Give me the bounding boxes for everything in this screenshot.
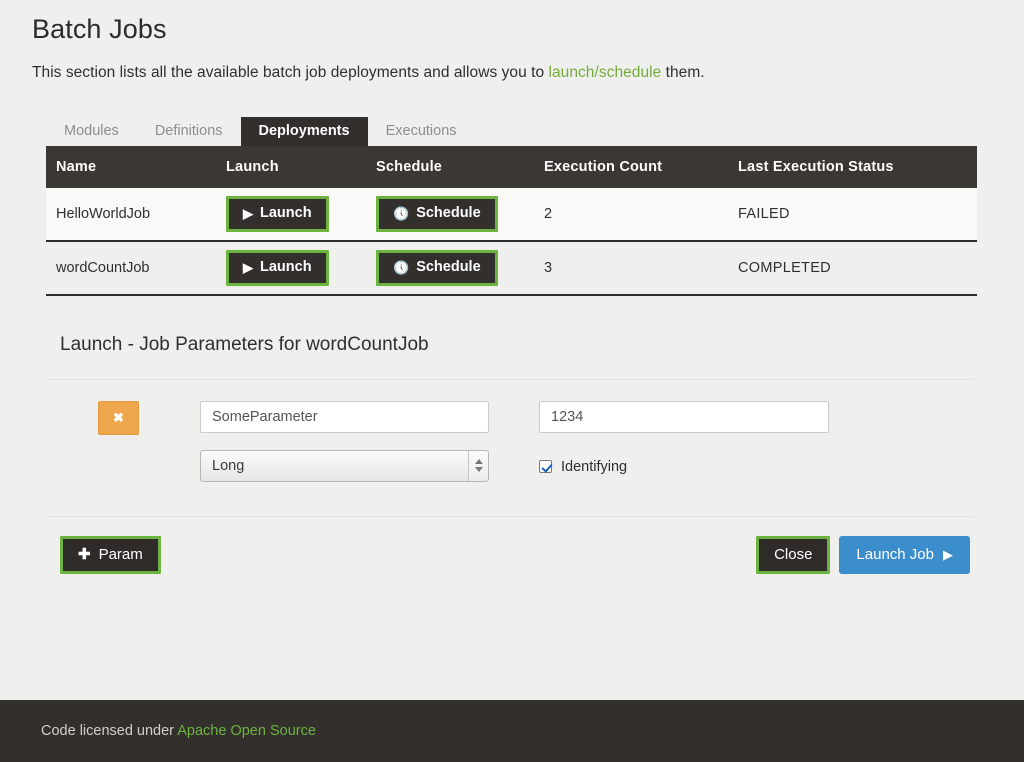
form-actions: ✚ Param Close Launch Job ▶ <box>46 517 974 574</box>
param-type-select[interactable]: Long <box>200 449 489 482</box>
job-parameters-panel: Launch - Job Parameters for wordCountJob… <box>32 334 992 574</box>
tab-definitions[interactable]: Definitions <box>137 117 241 147</box>
execution-count-cell: 3 <box>534 240 728 296</box>
column-header-last-execution-status: Last Execution Status <box>728 146 977 188</box>
play-icon: ▶ <box>243 206 253 222</box>
apache-license-link[interactable]: Apache Open Source <box>177 723 316 739</box>
execution-count-cell: 2 <box>534 188 728 242</box>
page-footer: Code licensed under Apache Open Source <box>0 700 1024 762</box>
play-icon: ▶ <box>243 260 253 276</box>
tab-executions[interactable]: Executions <box>368 117 475 147</box>
schedule-link[interactable]: schedule <box>599 64 661 81</box>
launch-cell: ▶ Launch <box>216 188 366 242</box>
param-type-selected-label: Long <box>212 457 245 474</box>
job-name-cell: HelloWorldJob <box>46 188 216 242</box>
job-name-cell: wordCountJob <box>46 240 216 296</box>
chevron-down-icon <box>474 467 483 473</box>
param-name-cell: Long <box>200 400 518 482</box>
schedule-button-label: Schedule <box>416 205 481 221</box>
delete-param-cell: ✖ <box>46 400 200 435</box>
column-header-launch: Launch <box>216 146 366 188</box>
launch-link[interactable]: launch <box>549 64 595 81</box>
schedule-button-wordcountjob[interactable]: 🕔 Schedule <box>376 249 498 286</box>
lead-suffix-text: them. <box>661 64 705 81</box>
param-name-input[interactable] <box>200 400 489 433</box>
page-content: Batch Jobs This section lists all the av… <box>0 0 1024 574</box>
launch-button-helloworldjob[interactable]: ▶ Launch <box>226 196 329 232</box>
schedule-button-helloworldjob[interactable]: 🕔 Schedule <box>376 196 498 232</box>
tab-deployments[interactable]: Deployments <box>240 116 368 146</box>
tab-list: Modules Definitions Deployments Executio… <box>46 114 992 146</box>
column-header-schedule: Schedule <box>366 146 534 188</box>
close-button[interactable]: Close <box>756 535 831 574</box>
table-row: HelloWorldJob ▶ Launch 🕔 Schedule 2 FAIL… <box>46 188 977 242</box>
param-value-input[interactable] <box>539 400 829 433</box>
column-header-name: Name <box>46 146 216 188</box>
table-row: wordCountJob ▶ Launch 🕔 Schedule 3 COMPL… <box>46 240 977 296</box>
status-badge: FAILED <box>728 188 977 242</box>
form-title: Launch - Job Parameters for wordCountJob <box>60 333 429 355</box>
param-value-cell: Identifying <box>518 400 974 475</box>
column-header-execution-count: Execution Count <box>534 146 728 188</box>
launch-job-button[interactable]: Launch Job ▶ <box>839 535 970 574</box>
clock-icon: 🕔 <box>393 206 410 222</box>
identifying-label: Identifying <box>561 458 628 475</box>
identifying-checkbox[interactable] <box>539 460 552 474</box>
footer-text: Code licensed under Apache Open Source <box>41 723 316 739</box>
clock-icon: 🕔 <box>393 260 410 276</box>
batch-jobs-page: Batch Jobs This section lists all the av… <box>0 0 1024 762</box>
launch-button-label: Launch <box>260 258 312 275</box>
launch-cell: ▶ Launch <box>216 240 366 296</box>
plus-icon: ✚ <box>78 545 91 563</box>
add-param-label: Param <box>98 545 143 563</box>
tab-modules[interactable]: Modules <box>46 117 137 147</box>
table-body: HelloWorldJob ▶ Launch 🕔 Schedule 2 FAIL… <box>46 188 977 296</box>
launch-job-label: Launch Job <box>856 545 934 563</box>
parameter-row: ✖ Long Identif <box>46 380 974 482</box>
play-icon: ▶ <box>943 547 953 563</box>
chevron-updown-icon[interactable] <box>468 450 488 481</box>
lead-prefix-text: This section lists all the available bat… <box>32 64 549 81</box>
launch-button-wordcountjob[interactable]: ▶ Launch <box>226 249 329 286</box>
schedule-button-label: Schedule <box>416 258 481 275</box>
launch-button-label: Launch <box>260 205 312 221</box>
add-param-button[interactable]: ✚ Param <box>60 535 161 574</box>
page-title: Batch Jobs <box>32 14 167 44</box>
identifying-field: Identifying <box>539 459 974 475</box>
jobs-table-container: Name Launch Schedule Execution Count Las… <box>32 146 992 296</box>
table-head: Name Launch Schedule Execution Count Las… <box>46 146 977 188</box>
status-badge: COMPLETED <box>728 240 977 296</box>
schedule-cell: 🕔 Schedule <box>366 240 534 296</box>
chevron-up-icon <box>474 459 483 465</box>
form-actions-right: Close Launch Job ▶ <box>756 535 970 574</box>
tabs-container: Modules Definitions Deployments Executio… <box>32 114 992 146</box>
table-header-row: Name Launch Schedule Execution Count Las… <box>46 146 977 188</box>
schedule-cell: 🕔 Schedule <box>366 188 534 242</box>
footer-prefix: Code licensed under <box>41 723 178 739</box>
jobs-table: Name Launch Schedule Execution Count Las… <box>46 146 977 296</box>
page-description: This section lists all the available bat… <box>32 45 992 82</box>
delete-param-button[interactable]: ✖ <box>98 400 139 435</box>
